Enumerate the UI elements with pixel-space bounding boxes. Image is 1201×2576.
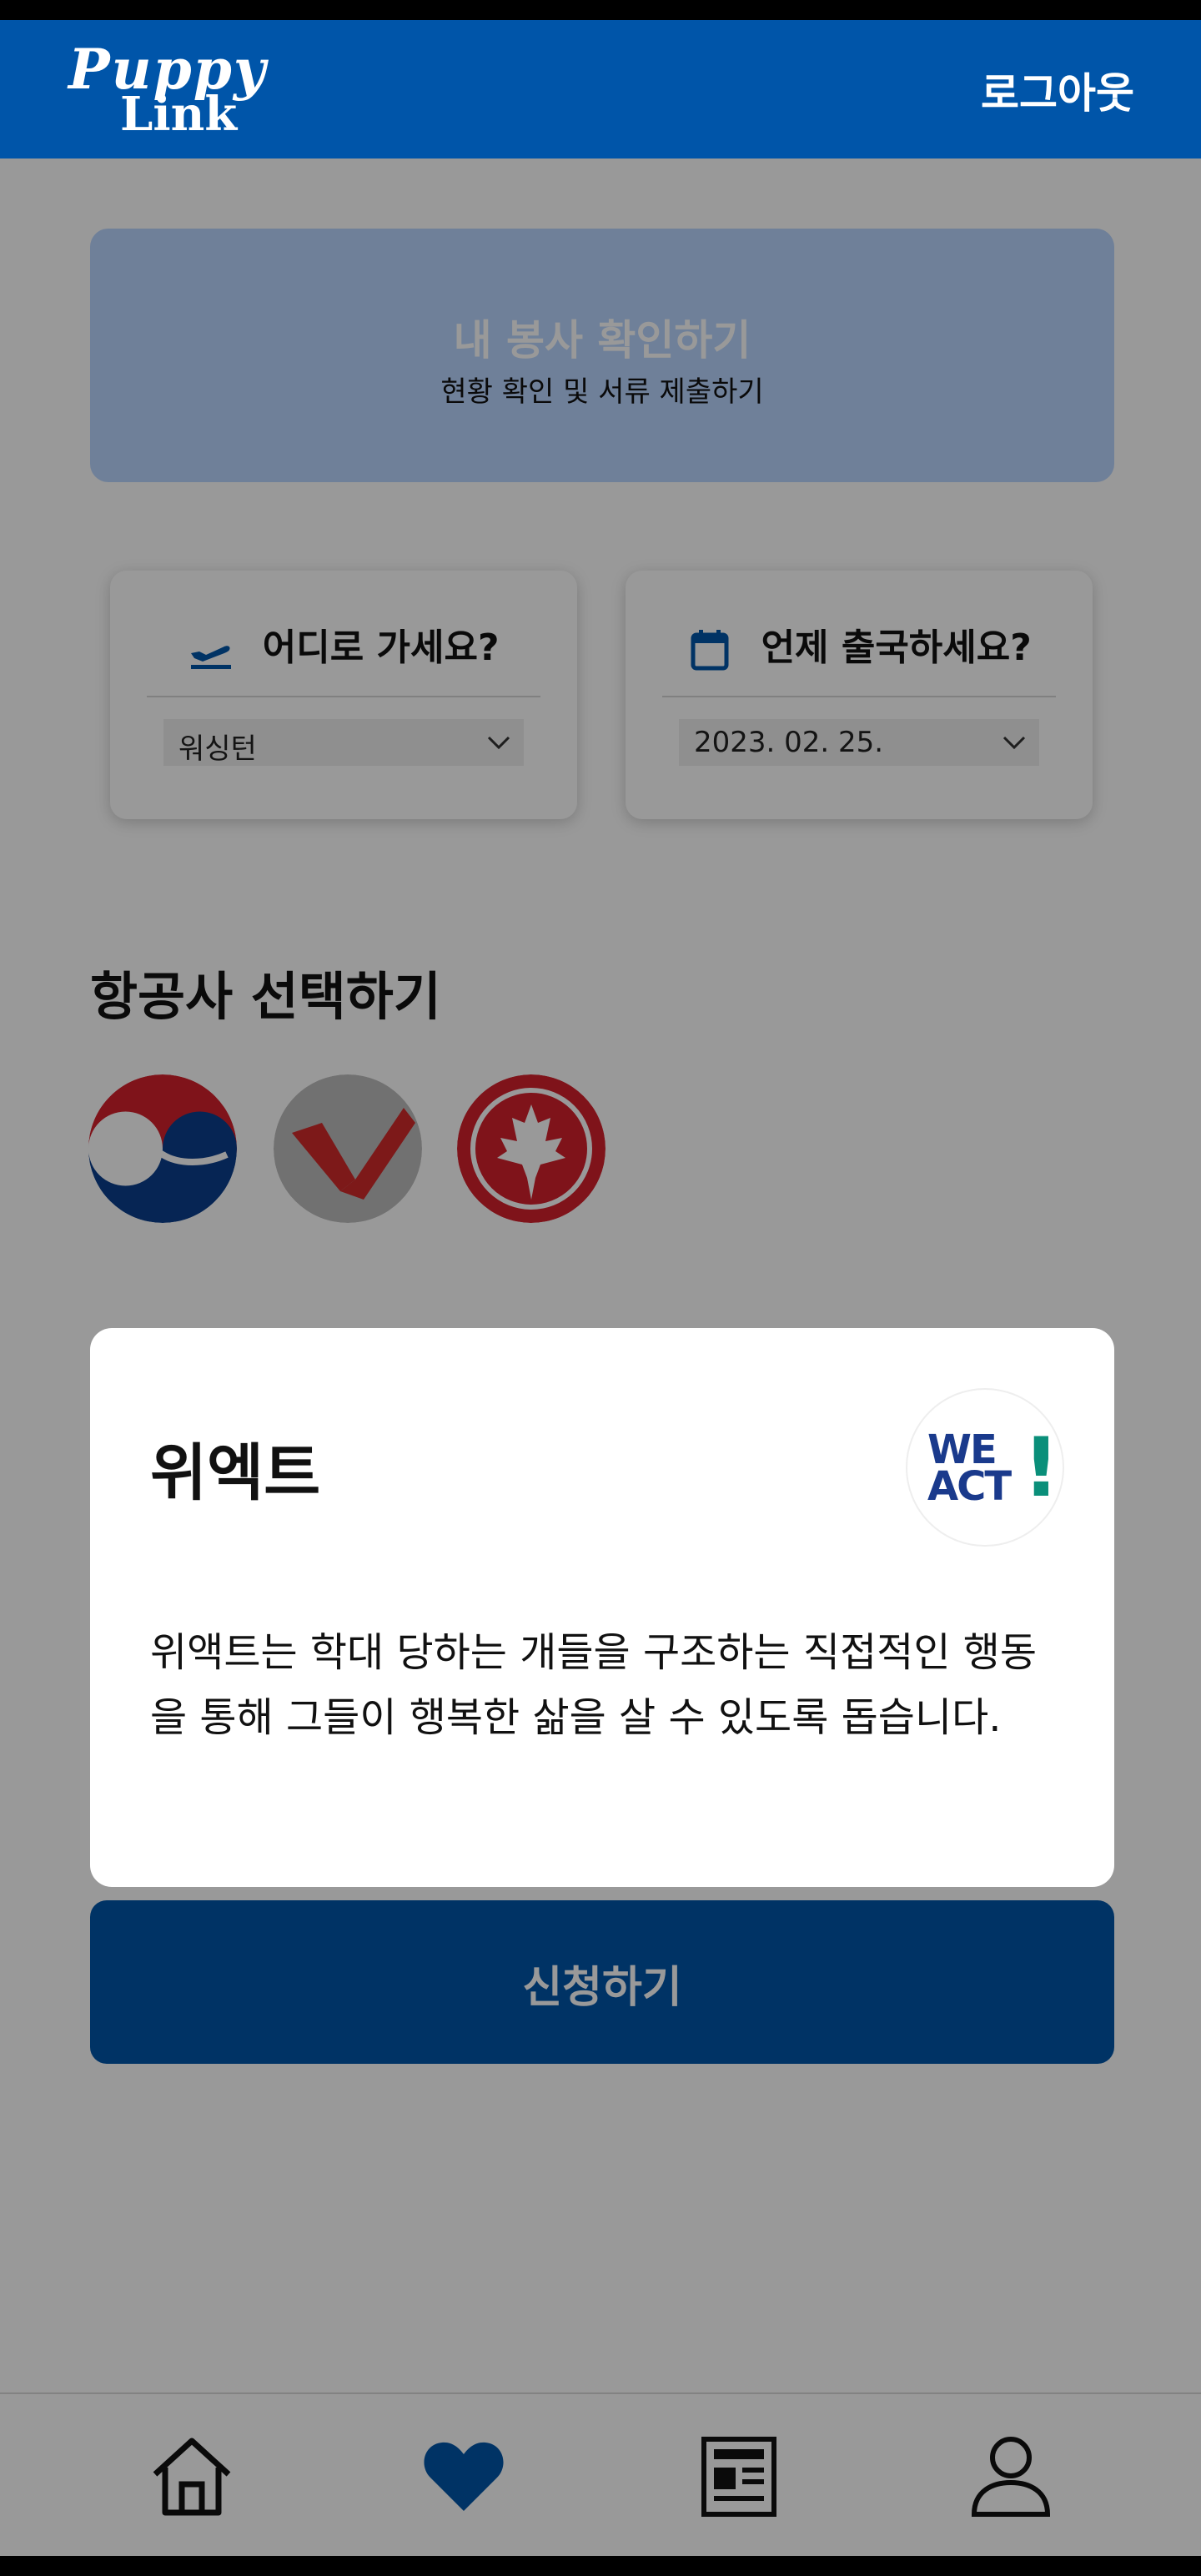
- app-screen: Puppy Link 로그아웃 내 봉사 확인하기 현황 확인 및 서류 제출하…: [0, 20, 1201, 2556]
- status-bar: [0, 0, 1201, 20]
- logout-button[interactable]: 로그아웃: [981, 60, 1134, 120]
- top-header: Puppy Link 로그아웃: [0, 20, 1201, 158]
- logo-line-2: Link: [120, 87, 238, 142]
- puppy-link-logo[interactable]: Puppy Link: [68, 37, 319, 145]
- organization-name: 위엑트: [150, 1437, 321, 1509]
- weact-logo-text-2: ACT: [927, 1463, 1012, 1510]
- weact-logo-mark: !: [1023, 1421, 1060, 1516]
- organization-description: 위액트는 학대 당하는 개들을 구조하는 직접적인 행동을 통해 그들이 행복한…: [150, 1629, 1038, 1741]
- system-bottom-bar: [0, 2556, 1201, 2576]
- weact-logo: WE ACT !: [906, 1388, 1064, 1547]
- organization-modal: 위엑트 WE ACT ! 위액트는 학대 당하는 개들을 구조하는 직접적인 행…: [90, 1328, 1114, 1887]
